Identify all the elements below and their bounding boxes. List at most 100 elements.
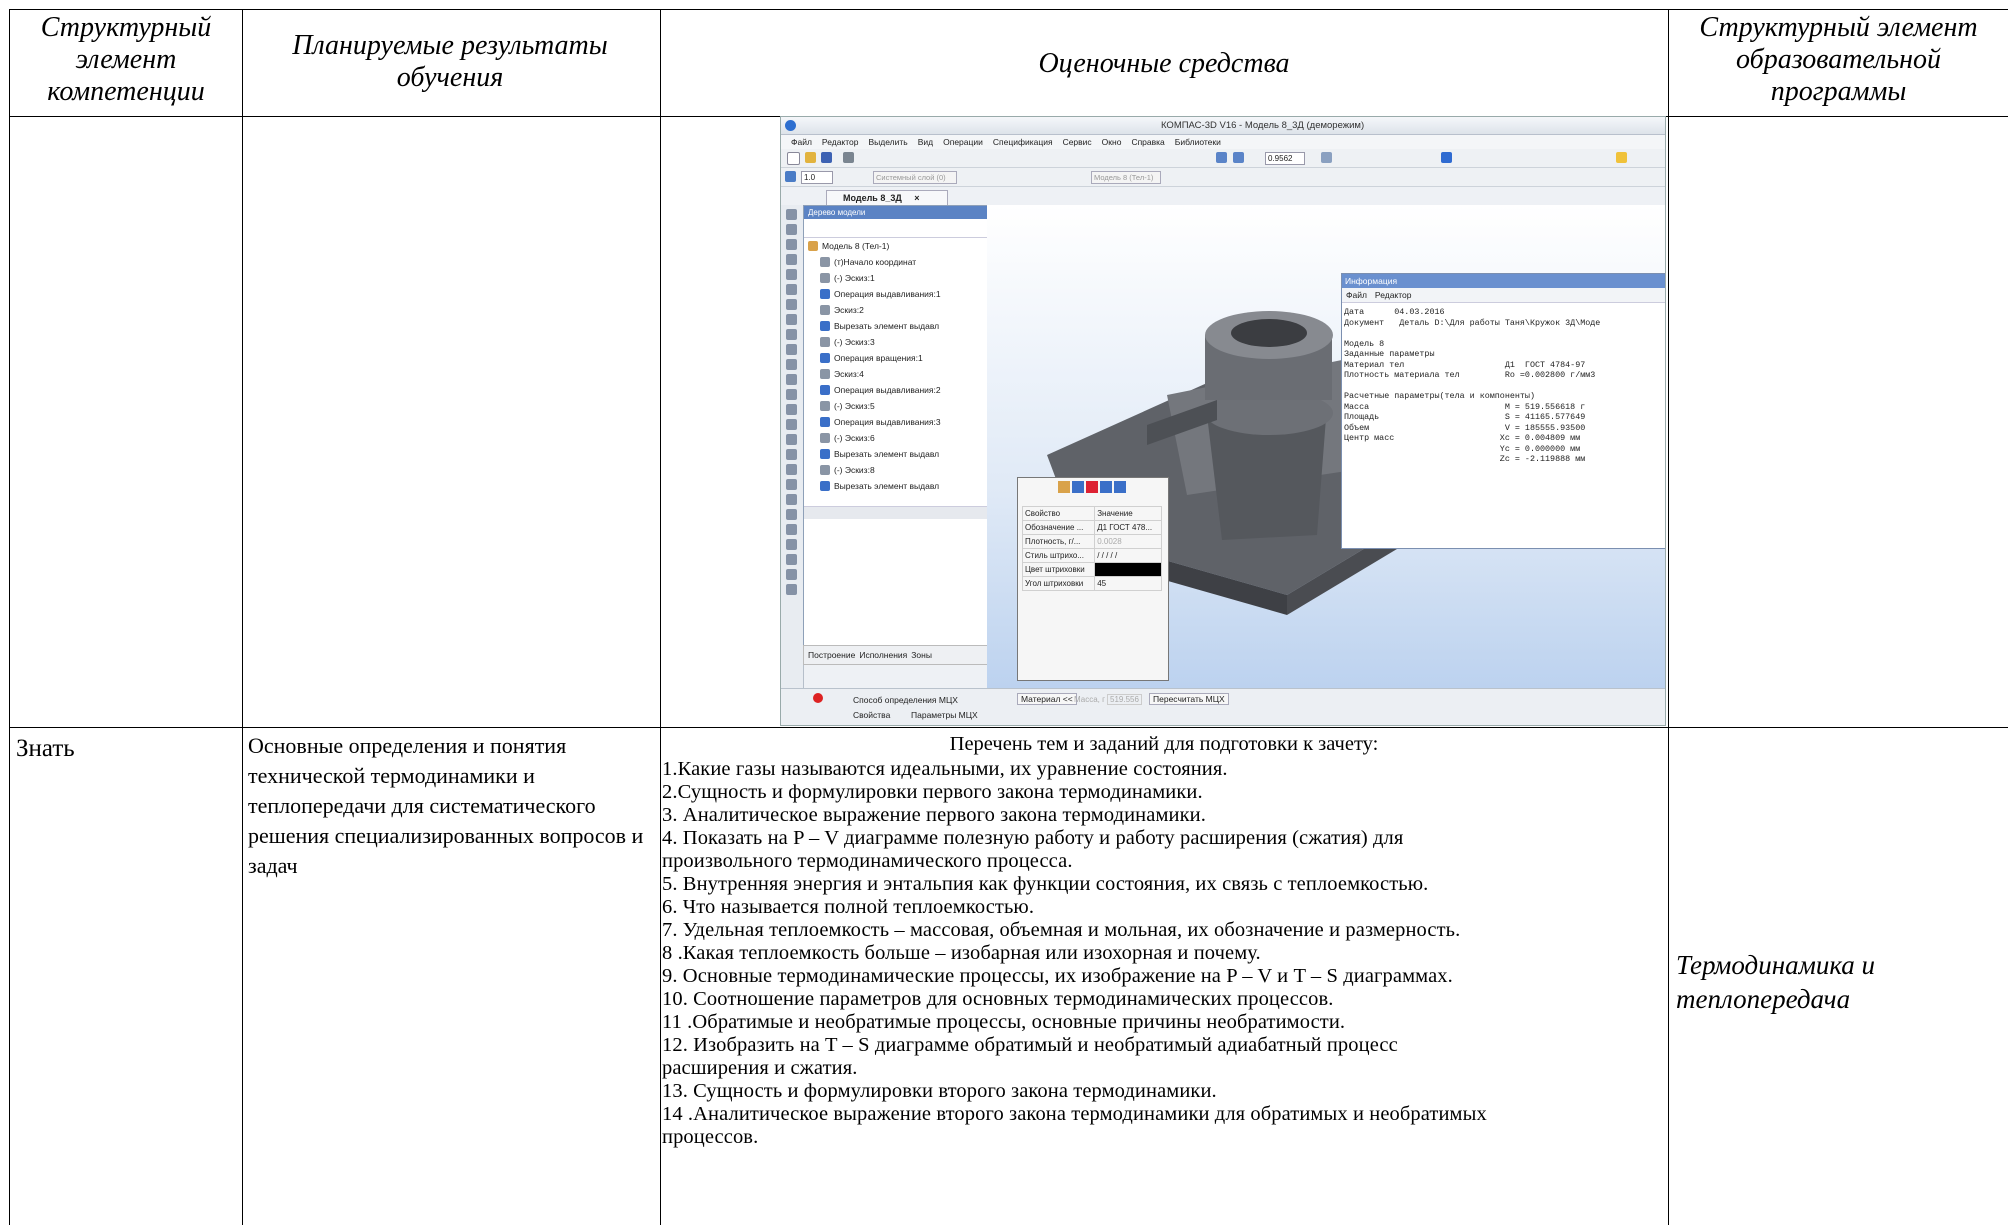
material-button[interactable]: Материал <<	[1017, 693, 1077, 705]
tool-icon[interactable]	[786, 374, 797, 385]
menu-item[interactable]: Файл	[791, 137, 812, 147]
step-input[interactable]: 1.0	[801, 171, 833, 184]
tool-icon[interactable]	[786, 314, 797, 325]
tool-icon[interactable]	[786, 569, 797, 580]
app-logo-icon	[785, 120, 796, 131]
tree-item-label: (-) Эскиз:3	[834, 337, 875, 347]
tool-icon[interactable]	[786, 434, 797, 445]
properties-row[interactable]: Обозначение ... Д1 ГОСТ 478...	[1021, 520, 1162, 535]
tool-icon[interactable]	[786, 419, 797, 430]
open-file-icon[interactable]	[805, 152, 816, 163]
tree-tab[interactable]: Построение	[808, 650, 855, 660]
tree-item[interactable]: (-) Эскиз:5	[804, 398, 988, 414]
print-icon[interactable]	[843, 152, 854, 163]
tree-item[interactable]: Операция выдавливания:2	[804, 382, 988, 398]
menu-item[interactable]: Операции	[943, 137, 983, 147]
tool-icon[interactable]	[786, 209, 797, 220]
header-competence: Структурный элемент компетенции	[40, 12, 212, 107]
menu-item[interactable]: Окно	[1102, 137, 1122, 147]
info-menu-item[interactable]: Файл	[1346, 290, 1367, 300]
properties-icon[interactable]	[1058, 481, 1070, 493]
tool-icon[interactable]	[786, 284, 797, 295]
recalculate-button[interactable]: Пересчитать МЦХ	[1149, 693, 1229, 705]
topic-line: 11 .Обратимые и необратимые процессы, ос…	[662, 1011, 1346, 1033]
tree-item-label: Операция вращения:1	[834, 353, 923, 363]
tree-item[interactable]: Вырезать элемент выдавл	[804, 478, 988, 494]
menu-item[interactable]: Спецификация	[993, 137, 1053, 147]
tree-item[interactable]: (-) Эскиз:1	[804, 270, 988, 286]
zoom-out-icon[interactable]	[1233, 152, 1244, 163]
new-file-icon[interactable]	[787, 152, 800, 165]
tree-item[interactable]: Операция вращения:1	[804, 350, 988, 366]
save-icon[interactable]	[821, 152, 832, 163]
tool-icon[interactable]	[786, 584, 797, 595]
rotate-icon[interactable]	[1321, 152, 1332, 163]
close-icon[interactable]: ×	[914, 193, 919, 203]
tool-icon[interactable]	[786, 554, 797, 565]
info-text: Дата 04.03.2016 Документ Деталь D:\Для ра…	[1344, 307, 1665, 465]
stop-icon[interactable]	[813, 693, 823, 703]
tool-icon[interactable]	[786, 509, 797, 520]
tool-icon[interactable]	[786, 524, 797, 535]
properties-icon[interactable]	[1114, 481, 1126, 493]
info-line: Модель 8	[1344, 338, 1385, 349]
grid-icon[interactable]	[785, 171, 796, 182]
properties-row[interactable]: Цвет штриховки	[1021, 562, 1162, 577]
tool-icon[interactable]	[786, 404, 797, 415]
tool-icon[interactable]	[786, 344, 797, 355]
tree-item[interactable]: (т)Начало координат	[804, 254, 988, 270]
tool-icon[interactable]	[786, 539, 797, 550]
menu-item[interactable]: Библиотеки	[1175, 137, 1221, 147]
tool-icon[interactable]	[786, 329, 797, 340]
tree-item[interactable]: (-) Эскиз:6	[804, 430, 988, 446]
tool-icon[interactable]	[786, 389, 797, 400]
tool-icon[interactable]	[786, 494, 797, 505]
properties-icon[interactable]	[1100, 481, 1112, 493]
properties-row[interactable]: Угол штриховки 45	[1021, 576, 1162, 591]
tool-icon[interactable]	[786, 239, 797, 250]
table-row-border	[9, 727, 2008, 728]
status-tab-mass-params[interactable]: Параметры МЦХ	[911, 710, 978, 720]
menu-item[interactable]: Сервис	[1063, 137, 1092, 147]
status-tab-properties[interactable]: Свойства	[853, 710, 890, 720]
tree-tab[interactable]: Исполнения	[859, 650, 907, 660]
tree-item[interactable]: Вырезать элемент выдавл	[804, 446, 988, 462]
menu-item[interactable]: Выделить	[869, 137, 908, 147]
properties-icon[interactable]	[1072, 481, 1084, 493]
tool-icon[interactable]	[786, 479, 797, 490]
tree-tab[interactable]: Зоны	[911, 650, 932, 660]
tree-item[interactable]: Операция выдавливания:3	[804, 414, 988, 430]
tree-item[interactable]: Вырезать элемент выдавл	[804, 318, 988, 334]
color-icon[interactable]	[1616, 152, 1627, 163]
tool-icon[interactable]	[786, 359, 797, 370]
model-select[interactable]: Модель 8 (Тел-1)	[1091, 171, 1161, 184]
properties-row[interactable]: Стиль штрихо... / / / / /	[1021, 548, 1162, 563]
menu-item[interactable]: Вид	[918, 137, 933, 147]
layer-select[interactable]: Системный слой (0)	[873, 171, 957, 184]
tree-item[interactable]: Эскиз:4	[804, 366, 988, 382]
shading-icon[interactable]	[1441, 152, 1452, 163]
menu-item[interactable]: Редактор	[822, 137, 859, 147]
tree-toolbar	[804, 219, 988, 238]
zoom-in-icon[interactable]	[1216, 152, 1227, 163]
tree-root[interactable]: Модель 8 (Тел-1)	[804, 238, 988, 254]
tool-icon[interactable]	[786, 254, 797, 265]
tree-scrollbar[interactable]	[804, 506, 988, 519]
tree-item[interactable]: (-) Эскиз:3	[804, 334, 988, 350]
tree-item[interactable]: (-) Эскиз:8	[804, 462, 988, 478]
tree-item-label: Вырезать элемент выдавл	[834, 481, 940, 491]
info-menu-item[interactable]: Редактор	[1375, 290, 1412, 300]
properties-row[interactable]: Плотность, г/... 0.0028	[1021, 534, 1162, 549]
tree-item[interactable]: Операция выдавливания:1	[804, 286, 988, 302]
info-line: Материал тел Д1 ГОСТ 4784-97	[1344, 359, 1586, 370]
tool-icon[interactable]	[786, 449, 797, 460]
delete-icon[interactable]	[1086, 481, 1098, 493]
tab-model[interactable]: Модель 8_3Д ×	[826, 190, 948, 206]
menu-item[interactable]: Справка	[1131, 137, 1164, 147]
tool-icon[interactable]	[786, 269, 797, 280]
tool-icon[interactable]	[786, 224, 797, 235]
zoom-input[interactable]: 0.9562	[1265, 152, 1305, 165]
tool-icon[interactable]	[786, 464, 797, 475]
tree-item[interactable]: Эскиз:2	[804, 302, 988, 318]
tool-icon[interactable]	[786, 299, 797, 310]
